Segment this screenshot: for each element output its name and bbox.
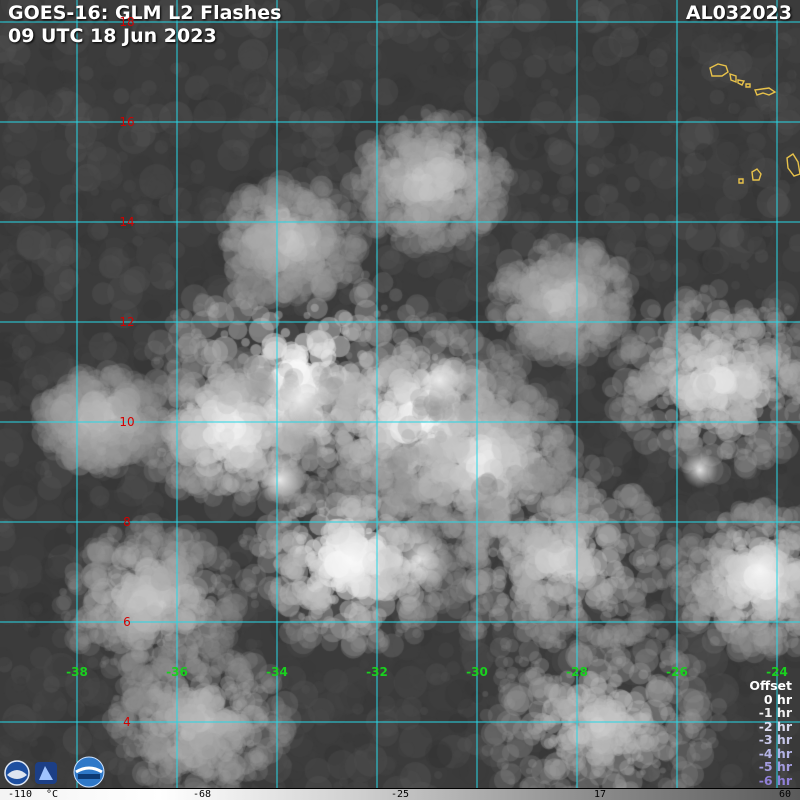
lon-label-34: -34	[266, 665, 288, 679]
lat-label-4: 4	[123, 715, 131, 729]
lat-label-12: 12	[119, 315, 135, 329]
legend-row-1hr: -1 hr	[758, 705, 792, 720]
lat-label-6: 6	[123, 615, 131, 629]
legend-title: Offset	[749, 678, 792, 693]
legend-row-3hr: -3 hr	[758, 732, 792, 747]
timestamp: 09 UTC 18 Jun 2023	[8, 25, 217, 47]
lon-label-32: -32	[366, 665, 388, 679]
colorbar-tick-2: -68	[192, 789, 212, 800]
lon-label-24: -24	[766, 665, 788, 679]
offset-legend: Offset 0 hr -1 hr -2 hr -3 hr -4 hr -5 h…	[749, 679, 792, 787]
colorbar-tick-max: 60	[778, 789, 792, 800]
lon-label-30: -30	[466, 665, 488, 679]
noaa-logo	[4, 760, 30, 786]
lat-label-8: 8	[123, 515, 131, 529]
legend-row-5hr: -5 hr	[758, 759, 792, 774]
coastline-cape-verde	[709, 63, 800, 184]
lat-label-14: 14	[119, 215, 135, 229]
lon-label-26: -26	[666, 665, 688, 679]
lon-label-38: -38	[66, 665, 88, 679]
lat-label-10: 10	[119, 415, 135, 429]
colorbar-tick-3: -25	[390, 789, 410, 800]
nesdis-logo	[35, 762, 57, 784]
colorbar-unit: °C	[45, 789, 59, 800]
legend-row-2hr: -2 hr	[758, 718, 792, 734]
lat-label-16: 16	[119, 115, 135, 129]
satellite-map: GOES-16: GLM L2 Flashes 09 UTC 18 Jun 20…	[0, 0, 800, 800]
colorbar-tick-4: 17	[593, 789, 607, 800]
legend-row-0hr: 0 hr	[763, 691, 792, 707]
legend-row-4hr: -4 hr	[758, 745, 792, 761]
lon-label-36: -36	[166, 665, 188, 679]
agency-logos	[4, 756, 105, 788]
lat-label-18: 18	[119, 15, 135, 29]
lon-label-28: -28	[566, 665, 588, 679]
legend-row-6hr: -6 hr	[758, 772, 792, 788]
ramm-logo	[73, 756, 105, 788]
storm-id: AL032023	[685, 2, 792, 24]
colorbar-tick-min: -110	[7, 789, 33, 800]
product-title: GOES-16: GLM L2 Flashes	[8, 2, 282, 24]
